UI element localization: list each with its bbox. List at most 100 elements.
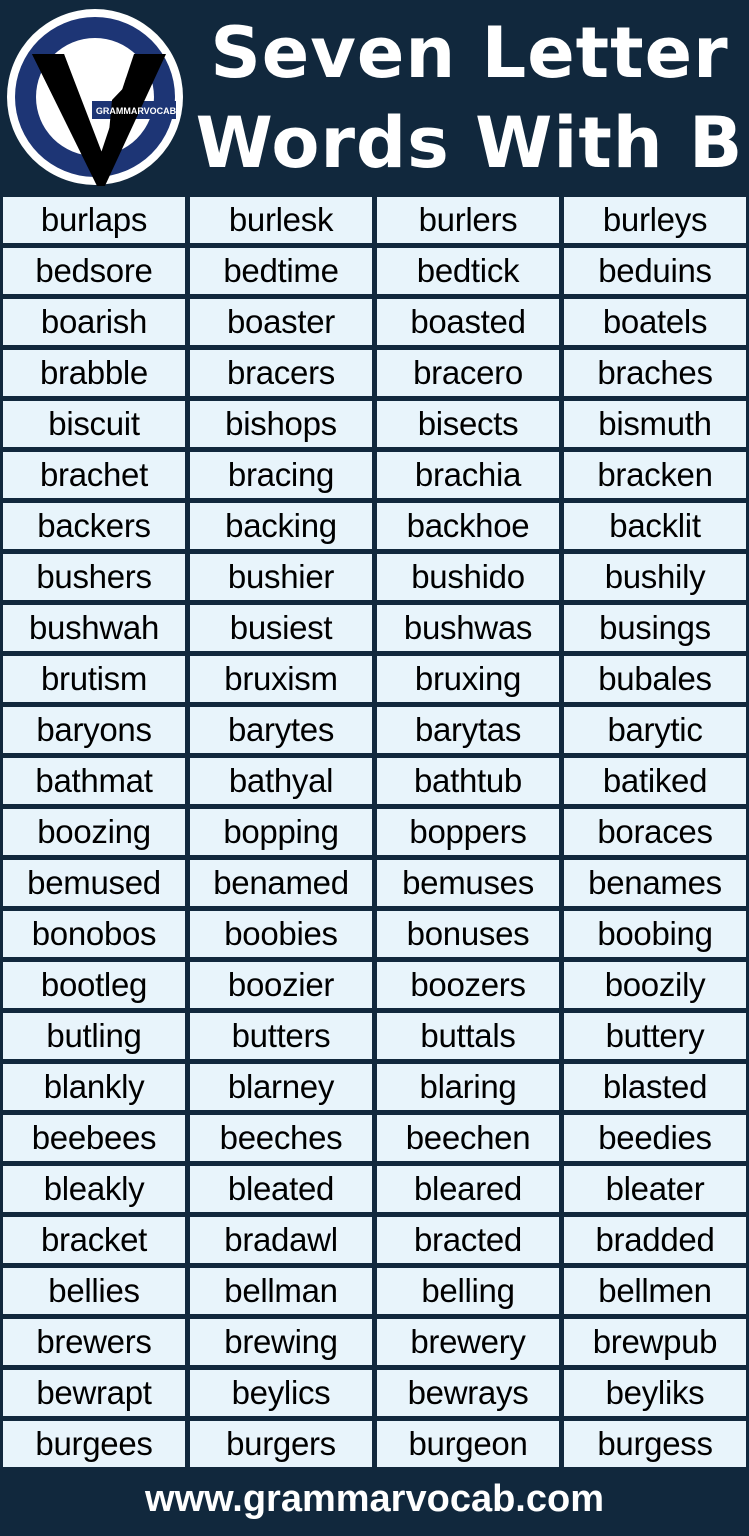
title-line-2: Words With B	[195, 102, 744, 184]
word-cell: busiest	[190, 605, 372, 651]
grammarvocab-logo: GRAMMARVOCAB	[6, 8, 184, 188]
word-cell: butters	[190, 1013, 372, 1059]
word-cell: bushily	[564, 554, 746, 600]
word-cell: burgeon	[377, 1421, 559, 1467]
word-cell: bishops	[190, 401, 372, 447]
word-cell: blarney	[190, 1064, 372, 1110]
word-cell: burleys	[564, 197, 746, 243]
logo-text: GRAMMARVOCAB	[96, 106, 177, 116]
word-cell: bonuses	[377, 911, 559, 957]
word-cell: baryons	[3, 707, 185, 753]
word-cell: boaster	[190, 299, 372, 345]
word-cell: beebees	[3, 1115, 185, 1161]
word-cell: bootleg	[3, 962, 185, 1008]
word-cell: backing	[190, 503, 372, 549]
word-cell: bushwah	[3, 605, 185, 651]
word-cell: bushwas	[377, 605, 559, 651]
word-cell: boasted	[377, 299, 559, 345]
word-cell: busings	[564, 605, 746, 651]
word-cell: bellmen	[564, 1268, 746, 1314]
word-cell: beyliks	[564, 1370, 746, 1416]
word-cell: bedsore	[3, 248, 185, 294]
word-cell: bracers	[190, 350, 372, 396]
word-cell: beduins	[564, 248, 746, 294]
word-cell: braches	[564, 350, 746, 396]
logo-icon: GRAMMARVOCAB	[7, 9, 183, 188]
word-cell: boozers	[377, 962, 559, 1008]
word-cell: bewrays	[377, 1370, 559, 1416]
word-grid: burlaps burlesk burlers burleys bedsore bedti…	[3, 197, 747, 1467]
word-cell: boppers	[377, 809, 559, 855]
word-cell: bedtime	[190, 248, 372, 294]
word-cell: beeches	[190, 1115, 372, 1161]
word-cell: bedtick	[377, 248, 559, 294]
word-cell: burlaps	[3, 197, 185, 243]
word-cell: beechen	[377, 1115, 559, 1161]
word-cell: brutism	[3, 656, 185, 702]
word-cell: brachia	[377, 452, 559, 498]
word-cell: bellman	[190, 1268, 372, 1314]
word-cell: bathmat	[3, 758, 185, 804]
word-cell: burgers	[190, 1421, 372, 1467]
word-cell: bracero	[377, 350, 559, 396]
word-cell: bewrapt	[3, 1370, 185, 1416]
word-cell: bracing	[190, 452, 372, 498]
word-cell: boarish	[3, 299, 185, 345]
word-cell: biscuit	[3, 401, 185, 447]
footer-url[interactable]: www.grammarvocab.com	[0, 1474, 749, 1524]
word-cell: beedies	[564, 1115, 746, 1161]
word-cell: bleater	[564, 1166, 746, 1212]
word-cell: bismuth	[564, 401, 746, 447]
word-cell: buttals	[377, 1013, 559, 1059]
word-cell: burgess	[564, 1421, 746, 1467]
word-cell: brachet	[3, 452, 185, 498]
word-cell: boozily	[564, 962, 746, 1008]
word-cell: bonobos	[3, 911, 185, 957]
word-cell: barytic	[564, 707, 746, 753]
word-cell: bushido	[377, 554, 559, 600]
word-cell: bisects	[377, 401, 559, 447]
word-cell: backhoe	[377, 503, 559, 549]
word-cell: bushier	[190, 554, 372, 600]
word-cell: brewery	[377, 1319, 559, 1365]
word-cell: bruxing	[377, 656, 559, 702]
word-cell: bemused	[3, 860, 185, 906]
page-title: Seven Letter Words With B	[190, 8, 749, 188]
word-cell: bracken	[564, 452, 746, 498]
word-cell: boobing	[564, 911, 746, 957]
word-cell: bracted	[377, 1217, 559, 1263]
word-cell: barytas	[377, 707, 559, 753]
word-cell: boraces	[564, 809, 746, 855]
word-cell: buttery	[564, 1013, 746, 1059]
word-cell: barytes	[190, 707, 372, 753]
word-cell: bleakly	[3, 1166, 185, 1212]
word-cell: burlesk	[190, 197, 372, 243]
word-cell: boozing	[3, 809, 185, 855]
word-cell: bushers	[3, 554, 185, 600]
word-cell: beylics	[190, 1370, 372, 1416]
word-cell: brewing	[190, 1319, 372, 1365]
word-cell: backlit	[564, 503, 746, 549]
word-cell: bemuses	[377, 860, 559, 906]
word-cell: bradawl	[190, 1217, 372, 1263]
word-cell: brewers	[3, 1319, 185, 1365]
word-cell: brabble	[3, 350, 185, 396]
word-cell: burlers	[377, 197, 559, 243]
word-cell: bopping	[190, 809, 372, 855]
word-cell: bathtub	[377, 758, 559, 804]
word-cell: blaring	[377, 1064, 559, 1110]
word-cell: benamed	[190, 860, 372, 906]
word-cell: blankly	[3, 1064, 185, 1110]
word-cell: bleated	[190, 1166, 372, 1212]
word-cell: bellies	[3, 1268, 185, 1314]
word-cell: bathyal	[190, 758, 372, 804]
word-cell: burgees	[3, 1421, 185, 1467]
word-cell: backers	[3, 503, 185, 549]
word-cell: blasted	[564, 1064, 746, 1110]
word-cell: belling	[377, 1268, 559, 1314]
word-cell: bubales	[564, 656, 746, 702]
word-cell: bruxism	[190, 656, 372, 702]
word-cell: bleared	[377, 1166, 559, 1212]
word-cell: boatels	[564, 299, 746, 345]
word-cell: bradded	[564, 1217, 746, 1263]
